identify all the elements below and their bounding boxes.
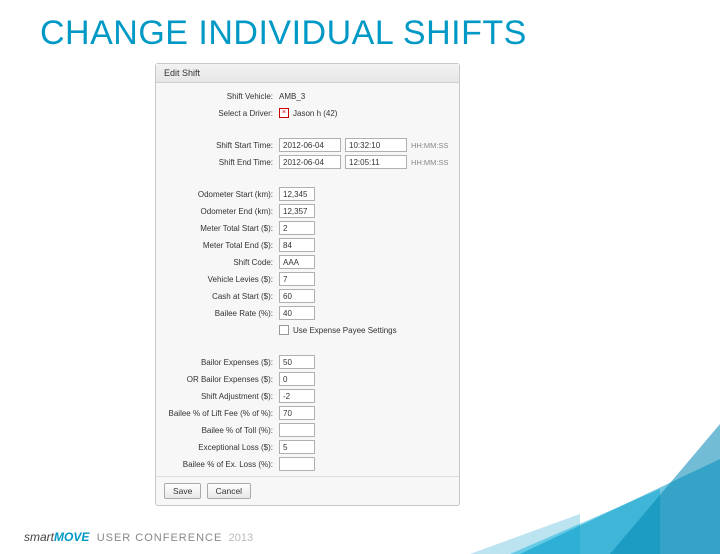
excep-pct-input[interactable] <box>279 457 315 471</box>
footer-conference: USER CONFERENCE <box>97 532 223 544</box>
end-time-label: Shift End Time: <box>164 158 279 167</box>
shift-code-input[interactable] <box>279 255 315 269</box>
bailor-exp-label: Bailor Expenses ($): <box>164 358 279 367</box>
driver-label: Select a Driver: <box>164 109 279 118</box>
levies-label: Vehicle Levies ($): <box>164 275 279 284</box>
odo-start-input[interactable] <box>279 187 315 201</box>
meter-end-label: Meter Total End ($): <box>164 241 279 250</box>
clear-driver-icon[interactable]: × <box>279 108 289 118</box>
meter-end-input[interactable] <box>279 238 315 252</box>
bailee-rate-input[interactable] <box>279 306 315 320</box>
excep-loss-input[interactable] <box>279 440 315 454</box>
bailor-exp-input[interactable] <box>279 355 315 369</box>
cash-start-label: Cash at Start ($): <box>164 292 279 301</box>
driver-value: Jason h (42) <box>293 109 337 118</box>
cancel-button[interactable]: Cancel <box>207 483 251 499</box>
shift-adj-input[interactable] <box>279 389 315 403</box>
bailee-rate-label: Bailee Rate (%): <box>164 309 279 318</box>
vehicle-value: AMB_3 <box>279 92 305 101</box>
toll-pct-input[interactable] <box>279 423 315 437</box>
decorative-triangles <box>440 394 720 554</box>
end-time-hint: HH:MM:SS <box>411 158 449 167</box>
odo-start-label: Odometer Start (km): <box>164 190 279 199</box>
save-button[interactable]: Save <box>164 483 201 499</box>
end-time-input[interactable] <box>345 155 407 169</box>
odo-end-input[interactable] <box>279 204 315 218</box>
toll-pct-label: Bailee % of Toll (%): <box>164 426 279 435</box>
panel-header: Edit Shift <box>156 64 459 83</box>
shift-code-label: Shift Code: <box>164 258 279 267</box>
cash-start-input[interactable] <box>279 289 315 303</box>
page-title: CHANGE INDIVIDUAL SHIFTS <box>40 14 720 53</box>
lift-pct-label: Bailee % of Lift Fee (% of %): <box>164 409 279 418</box>
or-bailor-exp-input[interactable] <box>279 372 315 386</box>
footer-brand2: MOVE <box>54 530 89 544</box>
excep-loss-label: Exceptional Loss ($): <box>164 443 279 452</box>
end-date-input[interactable] <box>279 155 341 169</box>
meter-start-label: Meter Total Start ($): <box>164 224 279 233</box>
shift-adj-label: Shift Adjustment ($): <box>164 392 279 401</box>
footer-year: 2013 <box>229 532 253 544</box>
use-expense-settings-label: Use Expense Payee Settings <box>293 326 397 335</box>
vehicle-label: Shift Vehicle: <box>164 92 279 101</box>
panel-body: Shift Vehicle: AMB_3 Select a Driver: × … <box>156 83 459 476</box>
start-date-input[interactable] <box>279 138 341 152</box>
edit-shift-panel: Edit Shift Shift Vehicle: AMB_3 Select a… <box>155 63 460 506</box>
odo-end-label: Odometer End (km): <box>164 207 279 216</box>
use-expense-settings-checkbox[interactable] <box>279 325 289 335</box>
levies-input[interactable] <box>279 272 315 286</box>
excep-pct-label: Bailee % of Ex. Loss (%): <box>164 460 279 469</box>
lift-pct-input[interactable] <box>279 406 315 420</box>
footer-brand1: smart <box>24 530 54 544</box>
meter-start-input[interactable] <box>279 221 315 235</box>
footer: smartMOVE USER CONFERENCE 2013 <box>24 530 253 544</box>
start-time-input[interactable] <box>345 138 407 152</box>
or-bailor-exp-label: OR Bailor Expenses ($): <box>164 375 279 384</box>
button-bar: Save Cancel <box>156 476 459 505</box>
start-time-hint: HH:MM:SS <box>411 141 449 150</box>
start-time-label: Shift Start Time: <box>164 141 279 150</box>
